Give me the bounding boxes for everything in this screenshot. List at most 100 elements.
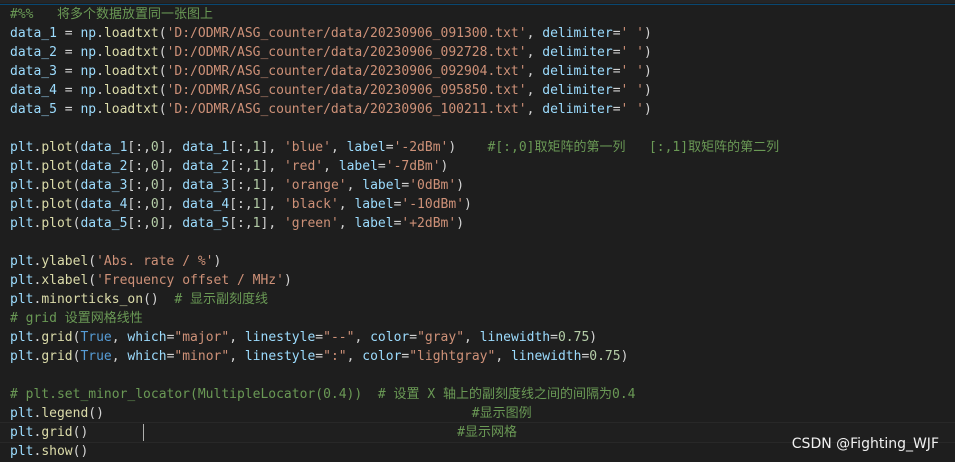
code-token: 0 — [150, 197, 159, 212]
code-token: minorticks_on — [41, 292, 144, 307]
code-line[interactable]: plt.ylabel('Abs. rate / %') — [0, 252, 955, 271]
code-line[interactable]: plt.plot(data_4[:,0], data_4[:,1], 'blac… — [0, 195, 955, 214]
code-token: delimiter — [542, 26, 613, 41]
code-token: plt — [10, 349, 34, 364]
code-token: # plt.set_minor_locator(MultipleLocator(… — [10, 387, 636, 402]
code-token: , — [526, 26, 543, 41]
code-token: . — [96, 102, 104, 117]
code-token: , — [111, 349, 128, 364]
code-token: 'black' — [283, 197, 339, 212]
code-line[interactable]: plt.xlabel('Frequency offset / MHz') — [0, 271, 955, 290]
code-token: '0dBm' — [409, 178, 457, 193]
code-token: [:, — [229, 159, 253, 174]
code-token: ( — [88, 254, 97, 269]
code-token: = — [612, 26, 621, 41]
code-token: plt — [10, 216, 34, 231]
code-token: , — [229, 330, 245, 345]
code-line[interactable]: # grid 设置网格线性 — [0, 309, 955, 328]
code-token: label — [362, 178, 402, 193]
code-token: "major" — [174, 330, 230, 345]
code-token: ( — [158, 102, 167, 117]
code-line[interactable]: data_2 = np.loadtxt('D:/ODMR/ASG_counter… — [0, 43, 955, 62]
code-token: plt — [10, 425, 34, 440]
code-line[interactable]: plt.legend() #显示图例 — [0, 404, 955, 423]
code-line[interactable]: plt.grid(True, which="major", linestyle=… — [0, 328, 955, 347]
watermark: CSDN @Fighting_WJF — [791, 436, 939, 452]
code-token: ( — [158, 26, 167, 41]
code-token: ], — [158, 216, 183, 231]
code-token: plt — [10, 273, 34, 288]
code-token: 1 — [252, 159, 261, 174]
code-line[interactable]: data_3 = np.loadtxt('D:/ODMR/ASG_counter… — [0, 62, 955, 81]
code-token: , — [346, 349, 363, 364]
code-token: ":" — [323, 349, 347, 364]
code-token: #%% 将多个数据放置同一张图上 — [10, 7, 213, 22]
code-token: data_5 — [10, 102, 57, 117]
code-line[interactable]: # plt.set_minor_locator(MultipleLocator(… — [0, 385, 955, 404]
code-token: = — [377, 159, 386, 174]
code-line[interactable]: data_1 = np.loadtxt('D:/ODMR/ASG_counter… — [0, 24, 955, 43]
code-token: plt — [10, 159, 34, 174]
code-token: 1 — [252, 178, 261, 193]
code-token: ) — [456, 178, 465, 193]
code-token: ], — [260, 159, 284, 174]
code-token: plt — [10, 406, 34, 421]
code-token: ) — [283, 273, 292, 288]
code-line[interactable]: plt.plot(data_5[:,0], data_5[:,1], 'gree… — [0, 214, 955, 233]
code-token: . — [96, 45, 104, 60]
code-token: data_4 — [10, 83, 57, 98]
code-token: loadtxt — [103, 64, 159, 79]
code-token: 'D:/ODMR/ASG_counter/data/20230906_09272… — [166, 45, 527, 60]
code-token: 'D:/ODMR/ASG_counter/data/20230906_10021… — [166, 102, 527, 117]
code-token: linestyle — [244, 349, 316, 364]
code-line[interactable]: plt.plot(data_2[:,0], data_2[:,1], 'red'… — [0, 157, 955, 176]
code-token: True — [80, 349, 112, 364]
code-token: , — [338, 197, 355, 212]
code-line[interactable] — [0, 233, 955, 252]
code-token: True — [80, 330, 112, 345]
code-token: = — [56, 45, 81, 60]
code-token: ) — [448, 140, 488, 155]
code-token: plot — [41, 216, 73, 231]
code-line[interactable] — [0, 119, 955, 138]
code-token: 0 — [150, 216, 159, 231]
code-token: label — [338, 159, 378, 174]
code-token: plt — [10, 254, 34, 269]
code-token: = — [315, 330, 324, 345]
code-line[interactable]: plt.grid(True, which="minor", linestyle=… — [0, 347, 955, 366]
code-line[interactable]: plt.plot(data_1[:,0], data_1[:,1], 'blue… — [0, 138, 955, 157]
code-line[interactable]: data_5 = np.loadtxt('D:/ODMR/ASG_counter… — [0, 100, 955, 119]
code-token: xlabel — [41, 273, 89, 288]
code-token: plot — [41, 140, 73, 155]
code-token: ], — [158, 178, 183, 193]
code-token: data_4 — [182, 197, 230, 212]
code-token: linestyle — [244, 330, 316, 345]
code-line[interactable]: plt.plot(data_3[:,0], data_3[:,1], 'oran… — [0, 176, 955, 195]
code-token: linewidth — [510, 349, 582, 364]
code-token: data_2 — [10, 45, 57, 60]
code-editor[interactable]: #%% 将多个数据放置同一张图上 data_1 = np.loadtxt('D:/… — [0, 5, 955, 461]
code-line[interactable] — [0, 366, 955, 385]
code-token: 'D:/ODMR/ASG_counter/data/20230906_09585… — [166, 83, 527, 98]
code-token: [:, — [127, 197, 151, 212]
code-token: grid — [41, 330, 73, 345]
code-token: ], — [158, 159, 183, 174]
code-token: ], — [260, 197, 284, 212]
code-token: , — [330, 140, 347, 155]
code-line[interactable]: data_4 = np.loadtxt('D:/ODMR/ASG_counter… — [0, 81, 955, 100]
code-token: 1 — [252, 197, 261, 212]
code-token: plot — [41, 159, 73, 174]
code-line[interactable]: #%% 将多个数据放置同一张图上 — [0, 5, 955, 24]
code-line[interactable]: plt.minorticks_on() # 显示副刻度线 — [0, 290, 955, 309]
code-token: = — [550, 330, 558, 345]
code-token: [:, — [229, 197, 253, 212]
code-token: 1 — [252, 216, 261, 231]
code-token: legend — [41, 406, 89, 421]
code-token: = — [56, 102, 81, 117]
code-token: ) — [589, 330, 598, 345]
code-token: () — [72, 425, 144, 440]
code-token: "lightgray" — [409, 349, 496, 364]
code-token: np — [80, 45, 97, 60]
code-token: = — [612, 102, 621, 117]
